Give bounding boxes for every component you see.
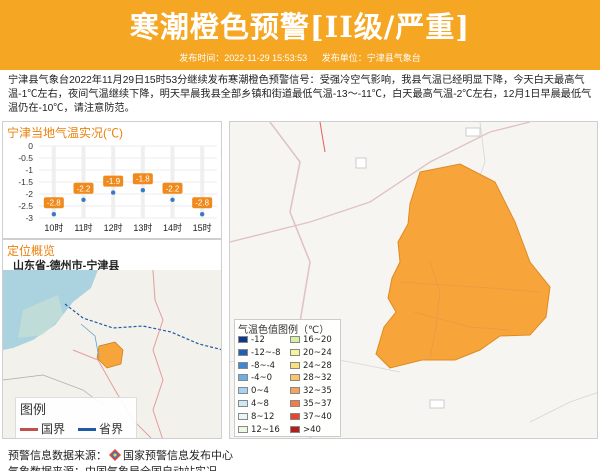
source-name[interactable]: 国家预警信息发布中心 <box>123 450 233 462</box>
color-range-label: 16~20 <box>303 335 332 345</box>
warning-header: 寒潮橙色预警[II级/严重] 发布时间：2022-11-29 15:53:53 … <box>0 0 600 70</box>
color-range-label: -12~-8 <box>251 347 281 358</box>
location-panel: 定位概览 山东省-德州市-宁津县 图例 国界 省界 <box>2 239 222 439</box>
y-tick-label: -1.5 <box>18 177 33 187</box>
data-point[interactable] <box>199 212 205 217</box>
data-label: -1.9 <box>106 177 120 186</box>
map-label-marker <box>429 399 445 409</box>
weather-source-line: 气象数据来源：中国气象局全国自动站实况 <box>8 463 217 471</box>
color-swatch <box>238 361 248 369</box>
data-point[interactable] <box>140 188 146 193</box>
temperature-panel: 宁津当地气温实况(℃) 0 -0.5 -1 -1.5 -2 -2.5 -3 10时 11时 12时… <box>2 121 222 239</box>
x-tick-label: 10时 <box>44 222 63 233</box>
color-legend-item: 37~40 <box>290 411 332 423</box>
color-legend-item: 12~16 <box>238 424 280 436</box>
data-source-line: 预警信息数据来源： 国家预警信息发布中心 <box>8 447 233 463</box>
data-label: -2.2 <box>166 184 180 193</box>
data-label: -2.2 <box>77 184 91 193</box>
warning-title: 寒潮橙色预警[II级/严重] <box>129 10 471 44</box>
color-legend-item: -8~-4 <box>238 360 275 372</box>
y-tick-label: -1 <box>25 165 33 175</box>
map-label-marker <box>355 157 367 169</box>
province-border-swatch <box>78 428 96 431</box>
color-legend-item: 4~8 <box>238 398 269 410</box>
color-range-label: 24~28 <box>303 360 332 371</box>
publisher: 发布单位：宁津县气象台 <box>321 53 421 63</box>
color-swatch <box>238 387 248 395</box>
country-border-swatch <box>20 428 38 431</box>
province-border-label: 省界 <box>99 422 124 436</box>
color-range-label: -4~0 <box>251 373 273 384</box>
color-range-label: 12~16 <box>251 424 280 435</box>
warning-meta: 发布时间：2022-11-29 15:53:53 发布单位：宁津县气象台 <box>0 51 600 64</box>
color-swatch <box>290 361 300 369</box>
color-swatch <box>238 425 248 433</box>
color-range-label: 32~35 <box>303 386 332 397</box>
map-legend: 图例 国界 省界 <box>15 397 137 438</box>
color-legend-item: 24~28 <box>290 360 332 372</box>
color-swatch <box>238 348 248 356</box>
y-tick-label: -2 <box>25 189 33 199</box>
warning-content: 宁津县气象台2022年11月29日15时53分继续发布寒潮橙色预警信号：受强冷空… <box>8 75 592 114</box>
color-range-label: 0~4 <box>251 386 269 397</box>
data-point[interactable] <box>81 197 86 202</box>
color-range-label: 20~24 <box>303 347 332 358</box>
color-range-label: 28~32 <box>303 373 332 384</box>
color-swatch <box>238 400 248 407</box>
color-range-label: 35~37 <box>303 399 332 409</box>
data-point[interactable] <box>170 197 175 202</box>
color-range-label: -8~-4 <box>251 360 276 371</box>
color-range-label: 37~40 <box>303 411 332 422</box>
data-point[interactable] <box>51 212 57 217</box>
temperature-color-legend: 气温色值图例（℃） -12 16~20 -12~-8 20~24 -8~-4 24~28-… <box>234 319 341 438</box>
x-tick-label: 12时 <box>104 222 123 233</box>
color-swatch <box>290 374 300 382</box>
map-label-marker <box>465 127 481 137</box>
x-tick-label: 14时 <box>163 222 182 233</box>
publish-time: 发布时间：2022-11-29 15:53:53 <box>179 53 308 63</box>
color-swatch <box>290 387 300 395</box>
color-legend-item: 32~35 <box>290 385 332 397</box>
map-legend-title: 图例 <box>20 403 47 418</box>
color-swatch <box>290 348 300 356</box>
data-label: -1.8 <box>136 175 150 184</box>
color-legend-item: -12 <box>238 334 265 346</box>
color-legend-item: >40 <box>290 424 321 436</box>
data-point[interactable] <box>110 190 116 195</box>
data-label: -2.8 <box>47 199 61 208</box>
color-legend-item: 8~12 <box>238 411 274 423</box>
color-swatch <box>290 336 300 343</box>
warning-map-panel[interactable]: 气温色值图例（℃） -12 16~20 -12~-8 20~24 -8~-4 24~28-… <box>229 121 598 439</box>
warning-center-logo-icon <box>109 449 121 461</box>
y-tick-label: 0 <box>28 141 33 151</box>
data-label: -2.8 <box>195 199 209 208</box>
x-tick-label: 15时 <box>193 222 212 233</box>
color-swatch <box>290 425 300 433</box>
x-tick-label: 11时 <box>74 222 92 233</box>
color-range-label: >40 <box>303 424 321 435</box>
color-swatch <box>238 374 248 382</box>
color-legend-item: 16~20 <box>290 334 332 346</box>
color-swatch <box>290 412 300 420</box>
warning-page: 寒潮橙色预警[II级/严重] 发布时间：2022-11-29 15:53:53 … <box>0 0 600 471</box>
color-swatch <box>238 412 248 420</box>
y-tick-label: -0.5 <box>18 153 33 163</box>
source-label: 预警信息数据来源： <box>8 450 107 462</box>
country-border-label: 国界 <box>41 422 66 436</box>
color-legend-item: -4~0 <box>238 372 272 384</box>
color-range-label: 8~12 <box>251 411 275 422</box>
color-range-label: 4~8 <box>251 399 269 409</box>
x-tick-label: 13时 <box>133 222 152 233</box>
color-range-label: -12 <box>251 335 265 345</box>
color-legend-item: 28~32 <box>290 372 332 384</box>
color-legend-item: 20~24 <box>290 347 332 359</box>
color-legend-item: 0~4 <box>238 385 269 397</box>
y-tick-label: -2.5 <box>18 201 33 211</box>
color-swatch <box>238 336 248 343</box>
color-legend-item: 35~37 <box>290 398 332 410</box>
temperature-chart: 0 -0.5 -1 -1.5 -2 -2.5 -3 10时 11时 12时 13时 14时 15时 -2.… <box>18 141 217 233</box>
color-legend-item: -12~-8 <box>238 347 280 359</box>
y-tick-label: -3 <box>25 213 33 223</box>
color-swatch <box>290 400 300 407</box>
